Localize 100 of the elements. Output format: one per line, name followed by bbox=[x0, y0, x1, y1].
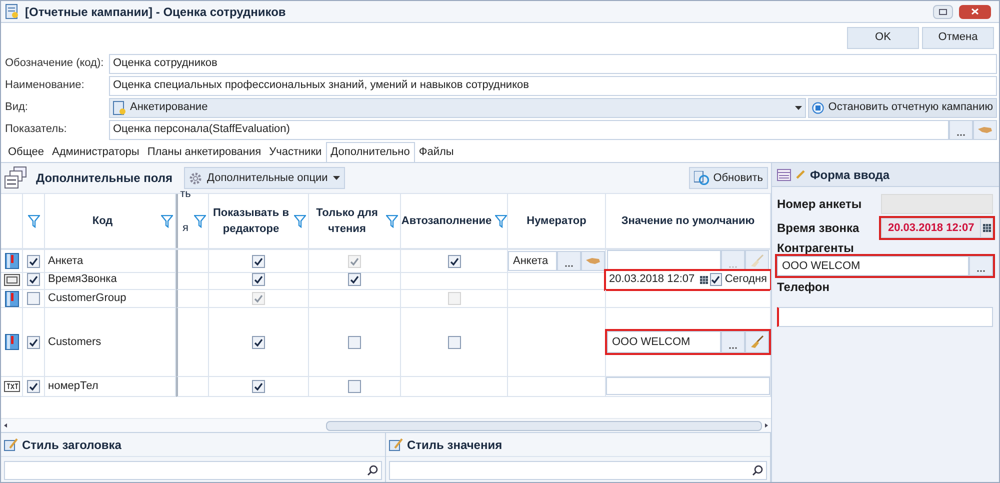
checkbox[interactable] bbox=[252, 273, 265, 286]
table-cell: Customers bbox=[45, 308, 176, 377]
scroll-right-icon[interactable] bbox=[765, 422, 768, 429]
column-header: Значение по умолчанию bbox=[620, 214, 756, 229]
stop-campaign-button[interactable]: Остановить отчетную кампанию bbox=[808, 98, 997, 118]
document-icon bbox=[113, 100, 126, 114]
text-field[interactable] bbox=[777, 307, 993, 327]
field-label: Номер анкеты bbox=[777, 196, 862, 213]
text-field[interactable]: Оценка специальных профессиональных знаний, умений и навыков сотрудников bbox=[109, 76, 997, 96]
filter-icon[interactable] bbox=[494, 214, 507, 228]
table-cell: Анкета bbox=[45, 250, 176, 273]
column-header: Код bbox=[91, 214, 114, 229]
refresh-button[interactable]: Обновить bbox=[689, 167, 768, 189]
field-label: Время звонка bbox=[777, 220, 860, 237]
stop-icon bbox=[812, 102, 824, 114]
date-field-icon bbox=[4, 274, 20, 286]
tab[interactable]: Общее bbox=[4, 142, 48, 162]
field-label: Показатель: bbox=[4, 122, 68, 138]
checkbox[interactable] bbox=[348, 336, 361, 348]
checkbox[interactable] bbox=[27, 292, 40, 305]
checkbox[interactable] bbox=[348, 273, 361, 286]
gear-icon bbox=[189, 172, 202, 184]
broom-icon bbox=[750, 335, 764, 349]
table-cell: CustomerGroup bbox=[45, 290, 176, 308]
clear-button[interactable] bbox=[745, 331, 769, 353]
numerator-field[interactable]: Анкета bbox=[508, 251, 557, 271]
window-title: [Отчетные кампании] - Оценка сотрудников bbox=[25, 4, 287, 20]
hand-button[interactable] bbox=[973, 120, 997, 140]
dropdown-arrow-icon bbox=[795, 106, 802, 110]
lookup-field[interactable]: Оценка персонала(StaffEvaluation) bbox=[109, 120, 949, 140]
checkbox[interactable] bbox=[448, 336, 460, 348]
dropdown-arrow-icon bbox=[332, 176, 340, 180]
lookup-field[interactable]: ООО WELCOM bbox=[777, 256, 969, 276]
dialog-button[interactable]: OK bbox=[847, 26, 919, 48]
filter-icon[interactable] bbox=[28, 214, 40, 228]
style-icon bbox=[4, 438, 18, 451]
field-label: Контрагенты bbox=[777, 240, 854, 257]
search-field[interactable] bbox=[4, 461, 382, 480]
filter-icon[interactable] bbox=[386, 214, 398, 228]
today-label: Сегодня bbox=[724, 272, 768, 288]
search-icon bbox=[367, 465, 378, 476]
scroll-left-icon[interactable] bbox=[4, 422, 7, 429]
column-header: Показывать в редакторе bbox=[212, 206, 290, 237]
restore-button[interactable] bbox=[933, 4, 953, 18]
document-icon bbox=[5, 4, 19, 19]
scrollbar-thumb[interactable] bbox=[326, 420, 762, 430]
text-field-icon bbox=[4, 381, 20, 392]
filter-icon[interactable] bbox=[194, 214, 206, 228]
column-header: Автозаполнение bbox=[401, 214, 492, 229]
dropdown-field[interactable]: Анкетирование bbox=[109, 98, 806, 118]
panel-title: Стиль значения bbox=[407, 436, 502, 454]
checkbox[interactable] bbox=[252, 336, 265, 348]
checkbox[interactable] bbox=[348, 380, 361, 393]
style-icon bbox=[389, 438, 403, 451]
fields-icon bbox=[4, 166, 28, 190]
checkbox[interactable] bbox=[27, 380, 40, 393]
field-label: Обозначение (код): bbox=[4, 56, 105, 72]
search-field[interactable] bbox=[389, 461, 767, 480]
checkbox[interactable] bbox=[252, 380, 265, 393]
options-button[interactable]: Дополнительные опции bbox=[184, 167, 345, 189]
pencil-icon bbox=[796, 170, 805, 179]
close-button[interactable] bbox=[959, 4, 991, 18]
close-icon bbox=[971, 8, 979, 15]
column-header: ть я bbox=[180, 187, 191, 236]
search-icon bbox=[752, 465, 763, 476]
checkbox[interactable] bbox=[27, 336, 40, 348]
form-icon bbox=[777, 168, 791, 180]
book-icon bbox=[4, 253, 18, 269]
field-label: Наименование: bbox=[4, 78, 86, 94]
dialog-button[interactable]: Отмена bbox=[922, 26, 994, 48]
lookup-field[interactable]: ООО WELCOM bbox=[607, 331, 721, 353]
tab[interactable]: Дополнительно bbox=[326, 142, 415, 162]
broom-icon bbox=[750, 254, 764, 268]
checkbox[interactable] bbox=[27, 273, 40, 286]
refresh-icon bbox=[694, 171, 710, 185]
tab[interactable]: Участники bbox=[265, 142, 326, 162]
restore-icon bbox=[939, 8, 947, 14]
column-header: Только для чтения bbox=[315, 206, 379, 237]
tab[interactable]: Администраторы bbox=[48, 142, 144, 162]
checkbox[interactable] bbox=[27, 254, 40, 268]
tab[interactable]: Файлы bbox=[414, 142, 458, 162]
book-icon bbox=[4, 334, 18, 350]
checkbox[interactable] bbox=[448, 254, 460, 268]
tab[interactable]: Планы анкетирования bbox=[143, 142, 266, 162]
column-header: Нумератор bbox=[526, 214, 588, 229]
date-field[interactable]: 20.03.2018 12:07 bbox=[606, 271, 698, 288]
section-title: Дополнительные поля bbox=[36, 170, 174, 187]
table-cell: ВремяЗвонка bbox=[45, 270, 176, 290]
field-label: Вид: bbox=[4, 100, 29, 116]
calendar-icon[interactable] bbox=[700, 276, 708, 284]
checkbox[interactable] bbox=[710, 273, 722, 286]
table-cell: номерТел bbox=[45, 377, 176, 397]
filter-icon[interactable] bbox=[161, 214, 173, 228]
checkbox[interactable] bbox=[252, 254, 265, 268]
hand-button[interactable] bbox=[581, 251, 605, 271]
filter-icon[interactable] bbox=[294, 214, 306, 228]
panel-title: Стиль заголовка bbox=[22, 436, 122, 454]
field-label: Телефон bbox=[777, 279, 830, 296]
text-field[interactable]: Оценка сотрудников bbox=[109, 54, 997, 74]
panel-title: Форма ввода bbox=[810, 166, 890, 184]
